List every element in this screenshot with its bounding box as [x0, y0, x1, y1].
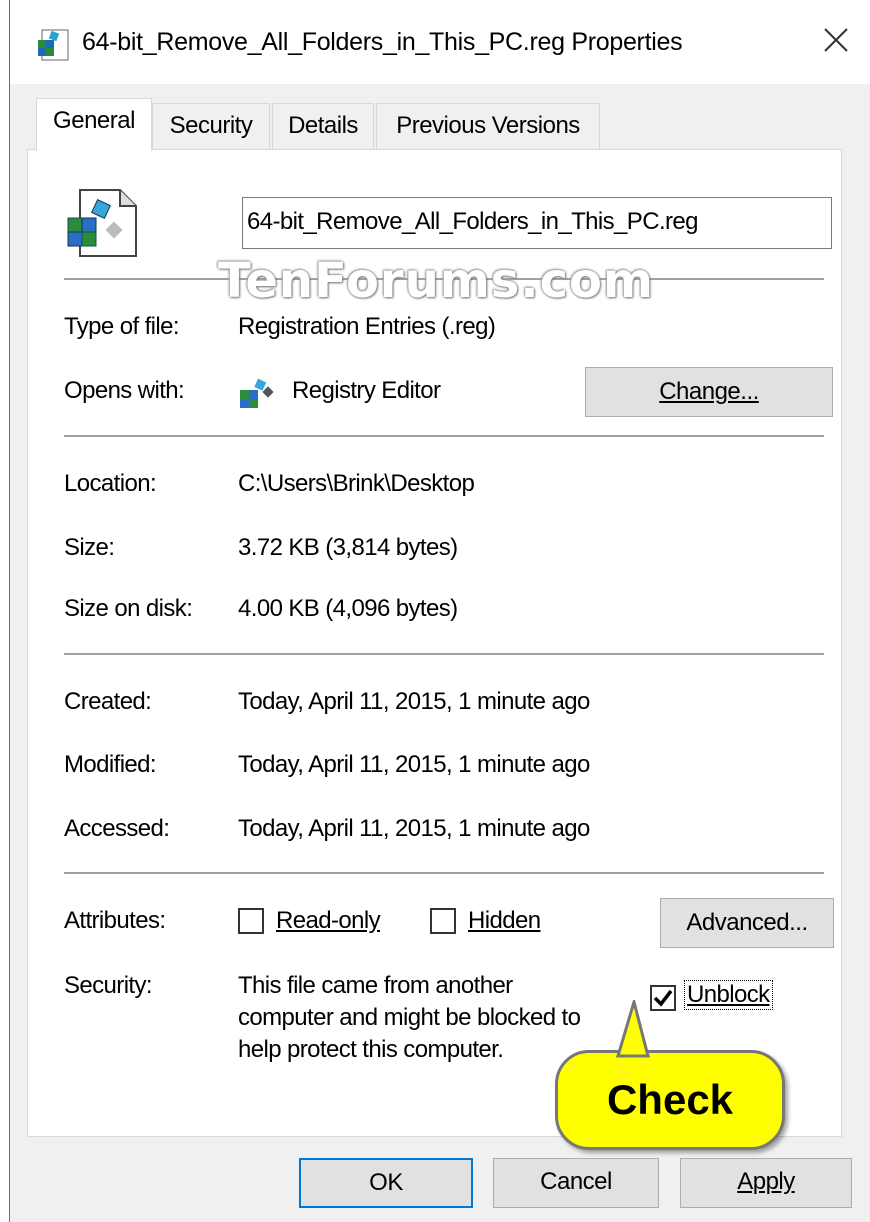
location-value: C:\Users\Brink\Desktop	[238, 470, 475, 497]
size-on-disk-value: 4.00 KB (4,096 bytes)	[238, 595, 458, 622]
watermark: TenForums.com	[218, 253, 655, 309]
cancel-button[interactable]: Cancel	[493, 1158, 659, 1208]
unblock-label-text: Unblock	[687, 981, 770, 1008]
separator	[64, 435, 824, 438]
tab-general[interactable]: General	[36, 98, 152, 151]
general-tab-panel: 64-bit_Remove_All_Folders_in_This_PC.reg…	[27, 149, 842, 1137]
unblock-label[interactable]: Unblock	[684, 980, 773, 1010]
tab-details[interactable]: Details	[272, 103, 374, 149]
security-text-line1: This file came from another	[238, 972, 513, 999]
ok-button[interactable]: OK	[299, 1158, 473, 1208]
modified-value: Today, April 11, 2015, 1 minute ago	[238, 751, 590, 778]
modified-label: Modified:	[64, 751, 157, 778]
readonly-label[interactable]: Read-only	[276, 907, 381, 935]
security-text-line2: computer and might be blocked to	[238, 1004, 581, 1031]
security-label: Security:	[64, 972, 153, 999]
registry-editor-icon	[238, 376, 276, 413]
apply-button[interactable]: Apply	[680, 1158, 852, 1208]
created-value: Today, April 11, 2015, 1 minute ago	[238, 688, 590, 715]
tab-security[interactable]: Security	[152, 103, 270, 149]
tab-previous-versions[interactable]: Previous Versions	[376, 103, 600, 149]
created-label: Created:	[64, 688, 152, 715]
properties-dialog: 64-bit_Remove_All_Folders_in_This_PC.reg…	[9, 0, 870, 1222]
registry-file-icon	[36, 26, 72, 62]
hidden-checkbox[interactable]	[430, 908, 456, 934]
change-button-label: Change...	[659, 378, 759, 405]
filename-input[interactable]: 64-bit_Remove_All_Folders_in_This_PC.reg	[242, 197, 832, 249]
apply-button-label: Apply	[737, 1168, 795, 1195]
size-label: Size:	[64, 534, 115, 561]
title-bar[interactable]: 64-bit_Remove_All_Folders_in_This_PC.reg…	[10, 0, 870, 84]
type-value: Registration Entries (.reg)	[238, 313, 496, 340]
advanced-button-label: Advanced...	[686, 909, 808, 936]
accessed-label: Accessed:	[64, 815, 170, 842]
size-value: 3.72 KB (3,814 bytes)	[238, 534, 458, 561]
close-button[interactable]	[801, 0, 870, 84]
opens-with-label: Opens with:	[64, 377, 185, 404]
readonly-checkbox[interactable]	[238, 908, 264, 934]
type-label: Type of file:	[64, 313, 180, 340]
callout-pointer	[615, 1000, 650, 1058]
close-icon	[823, 27, 849, 58]
hidden-label[interactable]: Hidden	[468, 907, 541, 935]
accessed-value: Today, April 11, 2015, 1 minute ago	[238, 815, 590, 842]
advanced-button[interactable]: Advanced...	[660, 898, 834, 948]
location-label: Location:	[64, 470, 157, 497]
separator	[64, 872, 824, 875]
attributes-label: Attributes:	[64, 907, 166, 934]
registry-file-icon	[64, 188, 144, 263]
size-on-disk-label: Size on disk:	[64, 595, 193, 622]
check-callout: Check	[555, 1050, 785, 1150]
opens-with-value: Registry Editor	[292, 377, 441, 404]
separator	[64, 653, 824, 656]
security-text-line3: help protect this computer.	[238, 1036, 504, 1063]
window-title: 64-bit_Remove_All_Folders_in_This_PC.reg…	[82, 28, 683, 56]
change-button[interactable]: Change...	[585, 367, 833, 417]
